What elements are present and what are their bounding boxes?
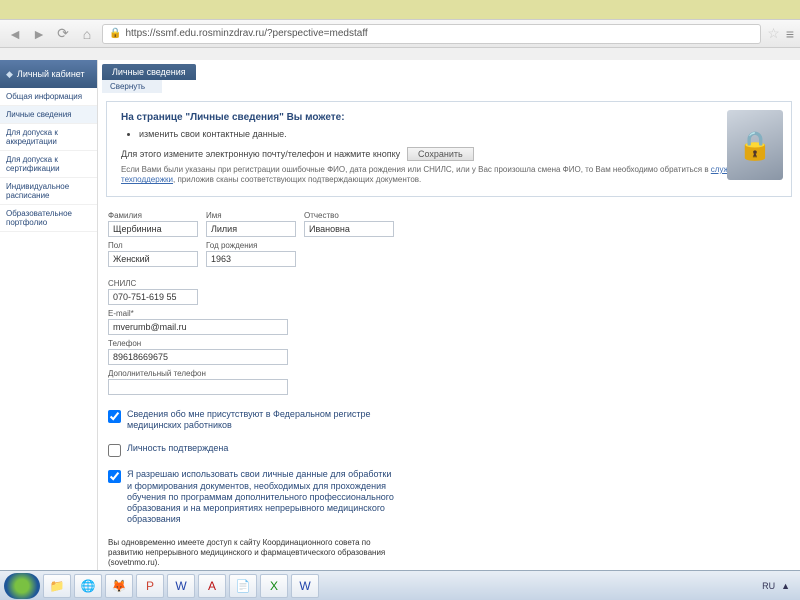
main-content: Личные сведения Свернуть 🔒 На странице "… <box>98 60 800 600</box>
sidebar-header: ◆ Личный кабинет <box>0 60 97 88</box>
birth-field[interactable] <box>206 251 296 267</box>
taskbar-app-icon[interactable]: 📄 <box>229 574 257 598</box>
taskbar-word2-icon[interactable]: W <box>291 574 319 598</box>
sex-label: Пол <box>108 241 198 250</box>
email-label: E-mail* <box>108 309 790 318</box>
sidebar-item-certification[interactable]: Для допуска к сертификации <box>0 151 97 178</box>
url-text: https://ssmf.edu.rosminzdrav.ru/?perspec… <box>125 28 367 39</box>
taskbar-excel-icon[interactable]: X <box>260 574 288 598</box>
firstname-field[interactable] <box>206 221 296 237</box>
forward-icon[interactable]: ► <box>30 25 48 43</box>
menu-icon[interactable]: ≡ <box>786 26 794 42</box>
sex-field[interactable] <box>108 251 198 267</box>
sidebar-item-general[interactable]: Общая информация <box>0 88 97 106</box>
phone2-label: Дополнительный телефон <box>108 369 790 378</box>
back-icon[interactable]: ◄ <box>6 25 24 43</box>
check-consent-label: Я разрешаю использовать свои личные данн… <box>127 469 397 525</box>
email-field[interactable] <box>108 319 288 335</box>
footer-note: Вы одновременно имеете доступ к сайту Ко… <box>108 538 398 569</box>
collapse-button[interactable]: Свернуть <box>102 80 162 93</box>
info-bullet: изменить свои контактные данные. <box>139 129 777 139</box>
sidebar-item-accreditation[interactable]: Для допуска к аккредитации <box>0 124 97 151</box>
taskbar-word-icon[interactable]: W <box>167 574 195 598</box>
url-bar[interactable]: 🔒 https://ssmf.edu.rosminzdrav.ru/?persp… <box>102 24 761 44</box>
cabinet-icon: ◆ <box>6 69 13 80</box>
check-registry-label: Сведения обо мне присутствуют в Федераль… <box>127 409 397 432</box>
taskbar-acrobat-icon[interactable]: A <box>198 574 226 598</box>
middlename-field[interactable] <box>304 221 394 237</box>
snils-label: СНИЛС <box>108 279 790 288</box>
taskbar: 📁 🌐 🦊 P W A 📄 X W RU ▲ <box>0 570 800 600</box>
bookmark-icon[interactable]: ☆ <box>767 25 780 42</box>
check-identity-label: Личность подтверждена <box>127 443 228 454</box>
phone2-field[interactable] <box>108 379 288 395</box>
sidebar-title: Личный кабинет <box>17 69 85 79</box>
sidebar-item-portfolio[interactable]: Образовательное портфолио <box>0 205 97 232</box>
taskbar-powerpoint-icon[interactable]: P <box>136 574 164 598</box>
reload-icon[interactable]: ⟳ <box>54 25 72 43</box>
info-panel: 🔒 На странице "Личные сведения" Вы может… <box>106 101 792 197</box>
browser-toolbar: ◄ ► ⟳ ⌂ 🔒 https://ssmf.edu.rosminzdrav.r… <box>0 20 800 48</box>
browser-tabstrip <box>0 0 800 20</box>
padlock-image: 🔒 <box>727 110 783 180</box>
phone-label: Телефон <box>108 339 790 348</box>
tray-lang[interactable]: RU <box>762 581 775 591</box>
sidebar: ◆ Личный кабинет Общая информация Личные… <box>0 60 98 600</box>
lastname-label: Фамилия <box>108 211 198 220</box>
snils-field[interactable] <box>108 289 198 305</box>
lastname-field[interactable] <box>108 221 198 237</box>
lock-icon: 🔒 <box>109 28 121 39</box>
check-registry[interactable] <box>108 410 121 423</box>
tab-personal-info[interactable]: Личные сведения <box>102 64 196 80</box>
firstname-label: Имя <box>206 211 296 220</box>
taskbar-firefox-icon[interactable]: 🦊 <box>105 574 133 598</box>
check-consent[interactable] <box>108 470 121 483</box>
middlename-label: Отчество <box>304 211 394 220</box>
check-identity[interactable] <box>108 444 121 457</box>
save-button-example: Сохранить <box>407 147 474 161</box>
info-title: На странице "Личные сведения" Вы можете: <box>121 112 777 123</box>
tray-flag-icon[interactable]: ▲ <box>781 581 790 591</box>
taskbar-chrome-icon[interactable]: 🌐 <box>74 574 102 598</box>
info-instruction: Для этого измените электронную почту/тел… <box>121 149 400 159</box>
warning-text: Если Вами были указаны при регистрации о… <box>121 165 777 186</box>
phone-field[interactable] <box>108 349 288 365</box>
start-button[interactable] <box>4 573 40 599</box>
personal-form: Фамилия Имя Отчество Пол Год рождения СН… <box>98 205 800 575</box>
birth-label: Год рождения <box>206 241 296 250</box>
system-tray: RU ▲ <box>762 581 796 591</box>
sidebar-item-schedule[interactable]: Индивидуальное расписание <box>0 178 97 205</box>
sidebar-item-personal[interactable]: Личные сведения <box>0 106 97 124</box>
home-icon[interactable]: ⌂ <box>78 25 96 43</box>
taskbar-explorer-icon[interactable]: 📁 <box>43 574 71 598</box>
